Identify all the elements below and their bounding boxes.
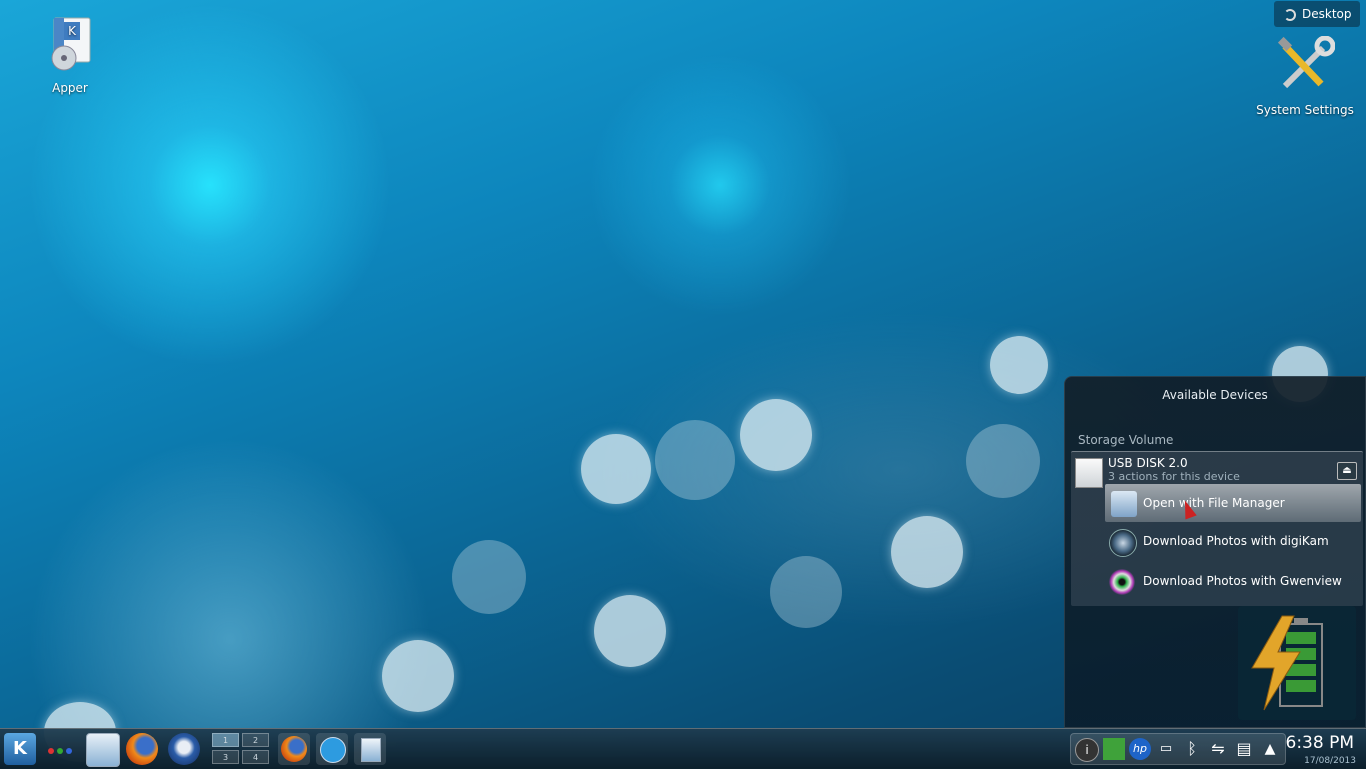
task-dolphin[interactable] [354, 733, 386, 765]
bokeh-light [655, 420, 735, 500]
device-subtitle: 3 actions for this device [1108, 470, 1240, 483]
clock-time: 6:38 PM [1285, 733, 1355, 753]
desktop-icon-label: Apper [52, 81, 88, 95]
bokeh-light [452, 540, 526, 614]
action-download-gwenview[interactable]: Download Photos with Gwenview [1071, 562, 1363, 600]
bokeh-light [594, 595, 666, 667]
activities-icon[interactable] [44, 733, 76, 765]
action-label: Open with File Manager [1143, 496, 1285, 510]
svg-text:K: K [68, 24, 77, 38]
device-item[interactable]: USB DISK 2.0 3 actions for this device ⏏… [1071, 451, 1363, 606]
hp-icon[interactable]: hp [1129, 738, 1151, 760]
dolphin-icon [361, 738, 381, 762]
file-manager-icon [1111, 491, 1137, 517]
action-label: Download Photos with Gwenview [1143, 574, 1342, 588]
pager-desktop-3[interactable]: 3 [212, 750, 239, 764]
task-kopete[interactable] [316, 733, 348, 765]
clipboard-icon[interactable]: ▤ [1233, 738, 1255, 760]
dolphin-icon[interactable] [86, 733, 120, 767]
usb-icon[interactable]: ⇋ [1207, 738, 1229, 760]
bluetooth-icon[interactable]: ᛒ [1181, 738, 1203, 760]
task-firefox[interactable] [278, 733, 310, 765]
network-icon[interactable] [1103, 738, 1125, 760]
bokeh-light [966, 424, 1040, 498]
firefox-icon [281, 736, 307, 762]
info-icon[interactable]: i [1075, 738, 1099, 762]
bokeh-light [581, 434, 651, 504]
pager-desktop-4[interactable]: 4 [242, 750, 269, 764]
pager-desktop-2[interactable]: 2 [242, 733, 269, 747]
gwenview-icon [1109, 569, 1135, 595]
desktop-pager: 1 2 3 4 [212, 733, 270, 765]
kde-kickoff-icon[interactable]: K [4, 733, 36, 765]
kopete-icon [320, 737, 346, 763]
bokeh-light [382, 640, 454, 712]
action-download-digikam[interactable]: Download Photos with digiKam [1071, 522, 1363, 560]
printer-icon[interactable]: ▭ [1155, 738, 1177, 760]
action-label: Download Photos with digiKam [1143, 534, 1329, 548]
bokeh-light [770, 556, 842, 628]
bokeh-light [740, 399, 812, 471]
popup-title: Available Devices [1162, 388, 1268, 402]
desktop-icon-label: System Settings [1256, 103, 1354, 117]
eject-icon[interactable]: ⏏ [1337, 462, 1357, 480]
section-heading: Storage Volume [1078, 433, 1174, 447]
clock-date: 17/08/2013 [1304, 756, 1356, 766]
taskbar-panel: K 1 2 3 4 i hp ▭ ᛒ ⇋ ▤ ▲ 6:38 PM 17/08/2… [0, 728, 1366, 769]
desktop-icon-apper[interactable]: K Apper [36, 14, 104, 95]
battery-charging-icon [1251, 615, 1323, 711]
desktop-button-label: Desktop [1302, 7, 1352, 21]
bokeh-light [891, 516, 963, 588]
thunderbird-icon[interactable] [168, 733, 200, 765]
cashew-icon [1284, 9, 1296, 21]
apper-package-icon: K [51, 17, 91, 71]
system-settings-tools-icon [1277, 35, 1336, 89]
desktop-icon-system-settings[interactable]: System Settings [1256, 35, 1354, 117]
desktop-toolbox-button[interactable]: Desktop [1274, 1, 1360, 27]
battery-widget[interactable] [1238, 606, 1356, 720]
pager-desktop-1[interactable]: 1 [212, 733, 239, 747]
system-tray: i hp ▭ ᛒ ⇋ ▤ ▲ [1070, 733, 1286, 765]
digikam-icon [1109, 529, 1137, 557]
usb-drive-icon [1075, 458, 1103, 488]
action-open-file-manager[interactable]: Open with File Manager [1105, 484, 1361, 522]
expand-arrow-icon[interactable]: ▲ [1259, 738, 1281, 760]
bokeh-light [990, 336, 1048, 394]
device-name: USB DISK 2.0 [1108, 456, 1188, 470]
firefox-icon[interactable] [126, 733, 158, 765]
